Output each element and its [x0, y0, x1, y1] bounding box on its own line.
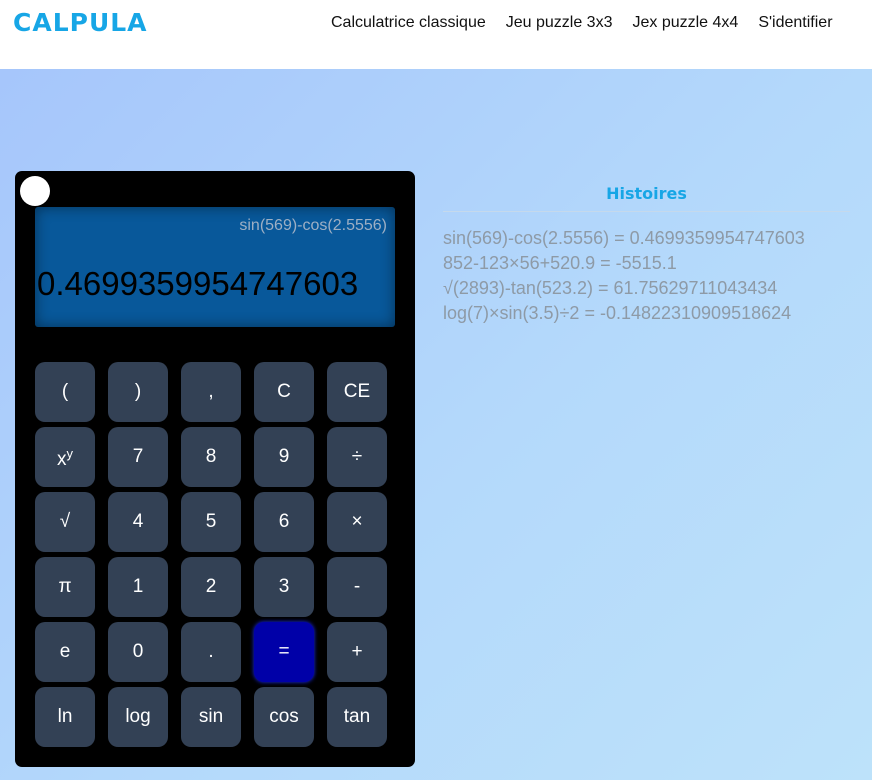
key-open-paren[interactable]: ( [35, 362, 95, 422]
logo[interactable]: CALPULA [13, 8, 148, 37]
key-clear[interactable]: C [254, 362, 314, 422]
history-item[interactable]: sin(569)-cos(2.5556) = 0.469935995474760… [443, 226, 850, 251]
key-power-base: x [57, 449, 67, 470]
key-clear-entry[interactable]: CE [327, 362, 387, 422]
key-e[interactable]: e [35, 622, 95, 682]
key-log[interactable]: log [108, 687, 168, 747]
theme-toggle[interactable] [20, 176, 50, 206]
key-equals[interactable]: = [254, 622, 314, 682]
history-item[interactable]: log(7)×sin(3.5)÷2 = -0.14822310909518624 [443, 301, 850, 326]
nav-classic-calculator[interactable]: Calculatrice classique [331, 14, 486, 32]
key-4[interactable]: 4 [108, 492, 168, 552]
key-8[interactable]: 8 [181, 427, 241, 487]
key-2[interactable]: 2 [181, 557, 241, 617]
key-power-exponent: y [66, 445, 74, 461]
key-decimal[interactable]: . [181, 622, 241, 682]
key-pi[interactable]: π [35, 557, 95, 617]
key-close-paren[interactable]: ) [108, 362, 168, 422]
main-area: sin(569)-cos(2.5556) 0.4699359954747603 … [0, 69, 872, 780]
key-sqrt[interactable]: √ [35, 492, 95, 552]
result-display: 0.4699359954747603 [37, 265, 359, 302]
history-title: Histoires [443, 184, 850, 212]
key-3[interactable]: 3 [254, 557, 314, 617]
nav-login[interactable]: S'identifier [758, 14, 832, 32]
history-item[interactable]: 852-123×56+520.9 = -5515.1 [443, 251, 850, 276]
key-comma[interactable]: , [181, 362, 241, 422]
key-tan[interactable]: tan [327, 687, 387, 747]
key-plus[interactable]: + [327, 622, 387, 682]
nav-bar: Calculatrice classique Jeu puzzle 3x3 Je… [331, 14, 833, 32]
calculator-display: sin(569)-cos(2.5556) 0.4699359954747603 [35, 207, 395, 327]
history-item[interactable]: √(2893)-tan(523.2) = 61.75629711043434 [443, 276, 850, 301]
key-9[interactable]: 9 [254, 427, 314, 487]
key-7[interactable]: 7 [108, 427, 168, 487]
key-cos[interactable]: cos [254, 687, 314, 747]
key-5[interactable]: 5 [181, 492, 241, 552]
history-list: sin(569)-cos(2.5556) = 0.469935995474760… [443, 226, 850, 326]
nav-puzzle-3x3[interactable]: Jeu puzzle 3x3 [506, 14, 613, 32]
key-power[interactable]: xy [35, 427, 95, 487]
key-minus[interactable]: - [327, 557, 387, 617]
key-6[interactable]: 6 [254, 492, 314, 552]
key-ln[interactable]: ln [35, 687, 95, 747]
nav-puzzle-4x4[interactable]: Jex puzzle 4x4 [632, 14, 738, 32]
header: CALPULA Calculatrice classique Jeu puzzl… [0, 0, 872, 69]
history-panel: Histoires sin(569)-cos(2.5556) = 0.46993… [443, 184, 850, 326]
key-multiply[interactable]: × [327, 492, 387, 552]
key-1[interactable]: 1 [108, 557, 168, 617]
key-0[interactable]: 0 [108, 622, 168, 682]
key-divide[interactable]: ÷ [327, 427, 387, 487]
calculator: sin(569)-cos(2.5556) 0.4699359954747603 … [15, 171, 415, 767]
expression-display: sin(569)-cos(2.5556) [239, 217, 387, 234]
keypad: ( ) , C CE xy 7 8 9 ÷ √ 4 5 6 × π 1 2 3 … [35, 362, 387, 747]
key-sin[interactable]: sin [181, 687, 241, 747]
